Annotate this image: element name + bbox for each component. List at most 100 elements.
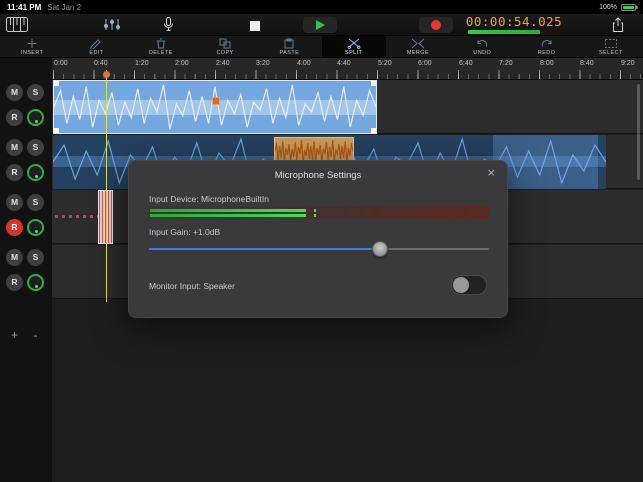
track-lane-1[interactable] xyxy=(52,80,643,134)
ruler-tick-label: 6:00 xyxy=(418,60,432,67)
toolbar-label: SPLIT xyxy=(345,49,363,56)
mute-button[interactable]: M xyxy=(6,194,23,211)
monitor-toggle[interactable] xyxy=(451,275,487,295)
play-button[interactable] xyxy=(303,17,337,33)
mixer-icon xyxy=(104,19,120,30)
record-arm-button[interactable]: R xyxy=(6,274,23,291)
battery-percent: 100% xyxy=(599,3,617,11)
dialog-title: Microphone Settings xyxy=(274,170,362,181)
toolbar-undo-button[interactable]: UNDO xyxy=(450,36,514,57)
toolbar-label: COPY xyxy=(216,49,234,56)
input-device-label: Input Device: MicrophoneBuiltIn xyxy=(149,194,270,204)
ruler-tick-label: 2:00 xyxy=(175,60,189,67)
playhead-marker-dot[interactable] xyxy=(103,71,110,78)
share-icon xyxy=(613,17,623,32)
remove-track-button[interactable]: - xyxy=(27,326,44,343)
status-left: 11:41 PM Sat Jan 2 xyxy=(7,3,81,12)
pencil-icon xyxy=(90,38,102,49)
toolbar-paste-button[interactable]: PASTE xyxy=(257,36,321,57)
plus-icon xyxy=(27,38,37,48)
edit-toolbar: INSERT EDIT DELETE COPY PASTE SPLIT MERG… xyxy=(0,36,643,58)
ruler-tick-label: 4:00 xyxy=(297,60,311,67)
redo-icon xyxy=(541,39,552,47)
toolbar-label: MERGE xyxy=(406,49,430,56)
knob-indicator xyxy=(35,120,38,123)
toolbar-copy-button[interactable]: COPY xyxy=(193,36,257,57)
ruler-tick-label: 6:40 xyxy=(459,60,473,67)
status-time: 11:41 PM xyxy=(7,2,42,12)
clip-trim-handle[interactable] xyxy=(212,97,220,105)
solo-button[interactable]: S xyxy=(27,84,44,101)
ruler-tick-label: 2:40 xyxy=(216,60,230,67)
toolbar-delete-button[interactable]: DELETE xyxy=(129,36,193,57)
solo-button[interactable]: S xyxy=(27,249,44,266)
toggle-knob xyxy=(453,277,469,293)
copy-icon xyxy=(219,38,231,48)
ruler-tick-label: 3:20 xyxy=(256,60,270,67)
levels-button[interactable] xyxy=(102,18,122,31)
microphone-settings-dialog: Microphone Settings × Input Device: Micr… xyxy=(128,160,508,318)
meter-bar-left xyxy=(150,208,307,212)
toolbar-insert-button[interactable]: INSERT xyxy=(0,36,64,57)
ruler-tick-label: 9:20 xyxy=(621,60,635,67)
solo-button[interactable]: S xyxy=(27,194,44,211)
audio-clip-track1[interactable] xyxy=(53,80,377,134)
record-arm-button[interactable]: R xyxy=(6,109,23,126)
ruler-tick-label: 1:20 xyxy=(135,60,149,67)
toolbar-label: UNDO xyxy=(473,49,492,56)
track-knob[interactable] xyxy=(27,164,44,181)
paste-icon xyxy=(284,38,294,48)
close-button[interactable]: × xyxy=(487,165,495,180)
keyboard-nav-button[interactable] xyxy=(6,17,28,32)
battery-icon xyxy=(621,3,638,11)
timecode-value: 00:00:54.025 xyxy=(465,14,563,29)
status-date: Sat Jan 2 xyxy=(47,2,82,12)
ruler-tick-label: 0:40 xyxy=(94,60,108,67)
toolbar-select-button[interactable]: SELECT xyxy=(579,36,643,57)
ruler-tick-label: 8:40 xyxy=(580,60,594,67)
slider-thumb[interactable] xyxy=(372,241,389,257)
solo-button[interactable]: S xyxy=(27,139,44,156)
timecode-progress-fill xyxy=(468,30,540,34)
knob-indicator xyxy=(35,230,38,233)
undo-icon xyxy=(477,39,488,47)
scissors-icon xyxy=(347,38,361,49)
toolbar-label: PASTE xyxy=(279,49,300,56)
share-button[interactable] xyxy=(610,17,626,33)
track-knob[interactable] xyxy=(27,109,44,126)
toolbar-edit-button[interactable]: EDIT xyxy=(64,36,128,57)
record-arm-button[interactable]: R xyxy=(6,219,23,236)
add-track-button[interactable]: + xyxy=(6,326,23,343)
ruler-tick-label: 4:40 xyxy=(337,60,351,67)
battery-fill xyxy=(623,5,634,9)
microphone-button[interactable] xyxy=(163,17,174,32)
track-knob[interactable] xyxy=(27,219,44,236)
ruler-tick-label: 5:20 xyxy=(378,60,392,67)
toolbar-merge-button[interactable]: MERGE xyxy=(386,36,450,57)
toolbar-label: EDIT xyxy=(89,49,104,56)
track-knob[interactable] xyxy=(27,274,44,291)
track-1-controls: M S R xyxy=(0,84,52,139)
mute-button[interactable]: M xyxy=(6,249,23,266)
timecode-progress-bar xyxy=(468,30,560,34)
record-icon xyxy=(431,20,441,30)
loud-section-highlight xyxy=(493,135,598,189)
mute-button[interactable]: M xyxy=(6,139,23,156)
toolbar-redo-button[interactable]: REDO xyxy=(514,36,578,57)
record-button[interactable] xyxy=(419,17,453,33)
toolbar-split-button[interactable]: SPLIT xyxy=(321,36,386,57)
vertical-scrollbar[interactable] xyxy=(637,84,640,180)
input-gain-label: Input Gain: +1.0dB xyxy=(149,227,221,237)
clip-corner-handle xyxy=(371,81,376,86)
slider-fill xyxy=(149,248,381,250)
mute-button[interactable]: M xyxy=(6,84,23,101)
recording-input-marks xyxy=(55,215,98,218)
input-gain-slider[interactable] xyxy=(149,241,489,257)
playhead[interactable] xyxy=(106,70,107,302)
timeline-ruler[interactable]: 0:00 0:40 1:20 2:00 2:40 3:20 4:00 4:40 … xyxy=(52,58,643,80)
record-arm-button[interactable]: R xyxy=(6,164,23,181)
timecode-display: 00:00:54.025 xyxy=(462,15,566,34)
input-level-meter xyxy=(149,206,489,219)
clip-corner-handle xyxy=(54,81,59,86)
stop-button[interactable] xyxy=(248,19,262,32)
